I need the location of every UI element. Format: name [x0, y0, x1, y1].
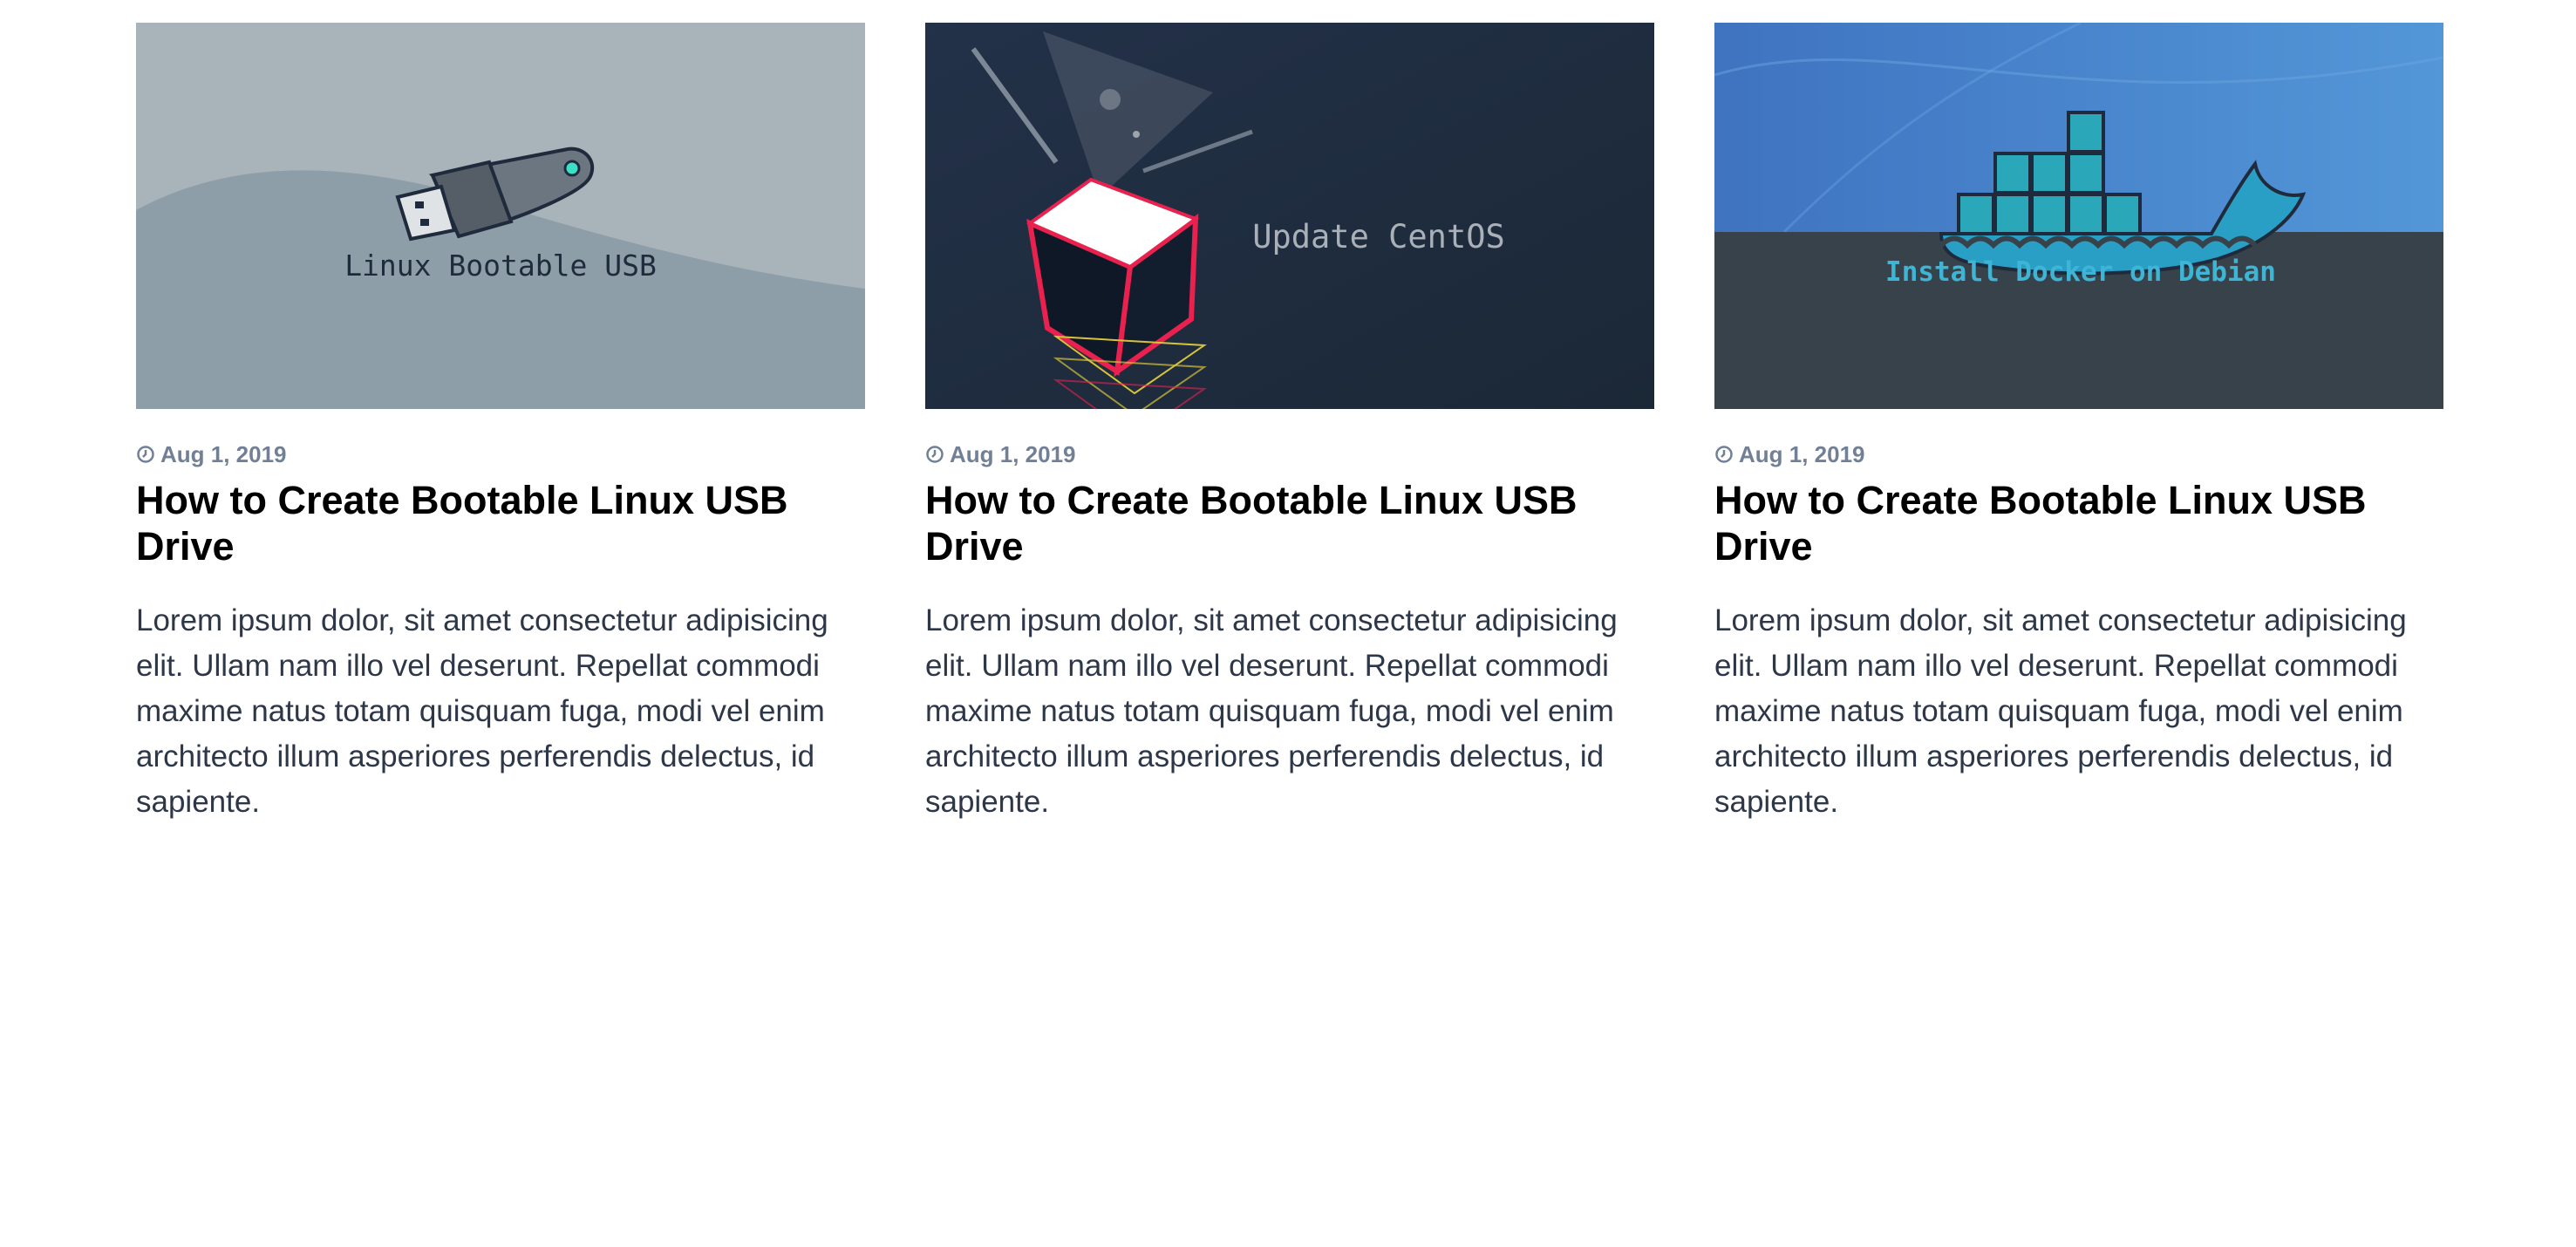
post-card: Linux Bootable USB Aug 1, 2019 How to Cr…	[136, 23, 865, 825]
post-excerpt: Lorem ipsum dolor, sit amet consectetur …	[1714, 603, 2407, 819]
glowing-cube-illustration: Update CentOS	[925, 23, 1654, 409]
post-card: Update CentOS Aug 1, 2019 How to Create …	[925, 23, 1654, 825]
post-card: Install Docker on Debian Aug 1, 2019 How…	[1714, 23, 2443, 825]
thumbnail-caption: Install Docker on Debian	[1885, 256, 2276, 288]
clock-icon	[926, 446, 944, 463]
clock-icon	[1715, 446, 1733, 463]
thumbnail-caption: Update CentOS	[1252, 218, 1505, 256]
post-date: Aug 1, 2019	[950, 441, 1076, 467]
usb-drive-illustration: Linux Bootable USB	[136, 23, 865, 409]
post-date: Aug 1, 2019	[1739, 441, 1865, 467]
docker-whale-illustration: Install Docker on Debian	[1714, 23, 2443, 409]
post-meta: Aug 1, 2019	[925, 440, 1654, 468]
post-meta: Aug 1, 2019	[136, 440, 865, 468]
thumbnail-caption: Linux Bootable USB	[344, 249, 657, 283]
post-grid: Linux Bootable USB Aug 1, 2019 How to Cr…	[136, 23, 2443, 825]
post-excerpt: Lorem ipsum dolor, sit amet consectetur …	[925, 603, 1618, 819]
post-title[interactable]: How to Create Bootable Linux USB Drive	[925, 477, 1654, 569]
post-title[interactable]: How to Create Bootable Linux USB Drive	[136, 477, 865, 569]
post-excerpt: Lorem ipsum dolor, sit amet consectetur …	[136, 603, 828, 819]
clock-icon	[137, 446, 154, 463]
post-date: Aug 1, 2019	[160, 441, 287, 467]
post-thumbnail-link[interactable]: Linux Bootable USB	[136, 23, 865, 409]
post-thumbnail-link[interactable]: Update CentOS	[925, 23, 1654, 409]
post-thumbnail-link[interactable]: Install Docker on Debian	[1714, 23, 2443, 409]
post-meta: Aug 1, 2019	[1714, 440, 2443, 468]
post-title[interactable]: How to Create Bootable Linux USB Drive	[1714, 477, 2443, 569]
